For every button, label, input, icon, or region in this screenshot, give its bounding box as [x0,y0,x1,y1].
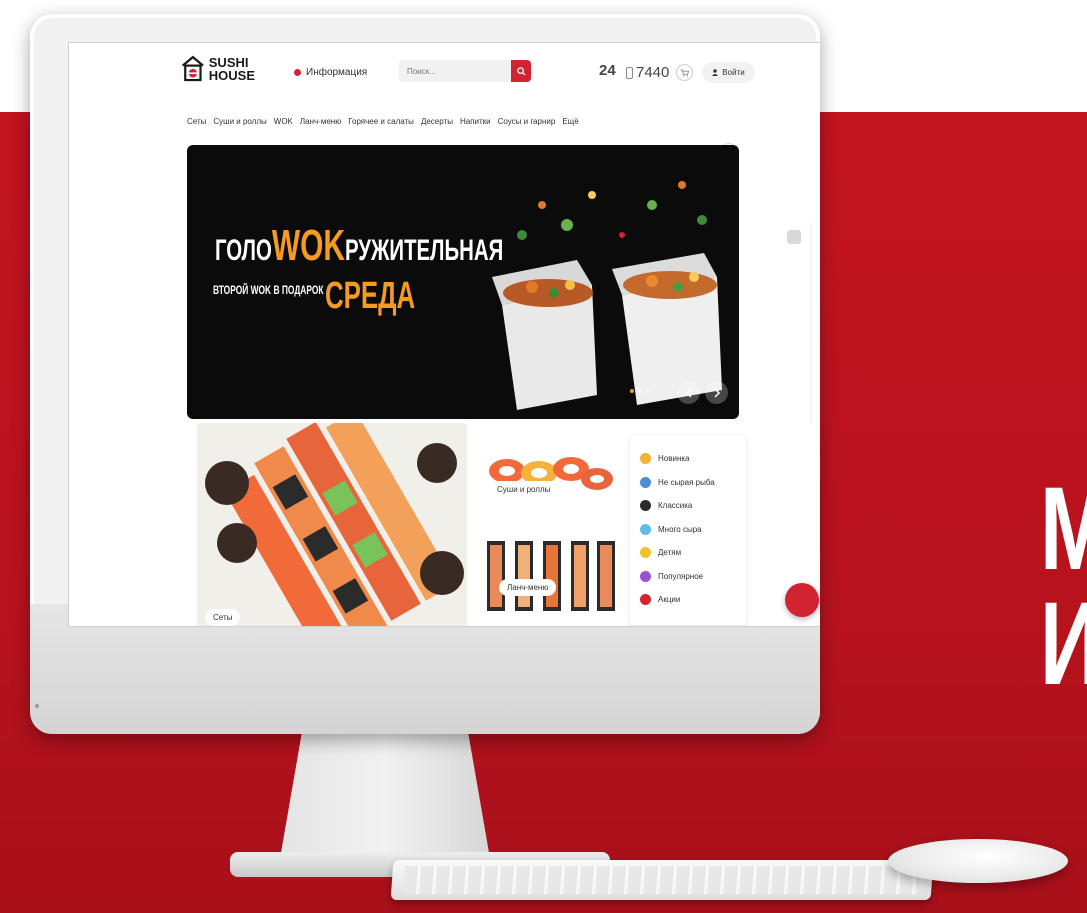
site-header: SUSHI HOUSE Информация 24 7440 [69,43,820,99]
info-icon [294,69,301,76]
filter-label: Много сыра [658,524,702,534]
filter-label: Не сырая рыба [658,477,715,487]
slider-dot[interactable] [638,389,642,393]
filter-classic[interactable]: Классика [640,494,736,518]
phone-number[interactable]: 7440 [626,64,669,81]
search-box [399,60,531,82]
flying-ingredients [517,181,707,240]
power-indicator [35,704,39,708]
nav-item-desserts[interactable]: Десерты [421,117,453,133]
nav-item-wok[interactable]: WOK [274,117,293,133]
mouse [888,839,1068,883]
slider-dots [630,389,650,393]
cheese-icon [640,523,651,535]
banner-title-accent: WOK [271,221,345,270]
filter-cheese[interactable]: Много сыра [640,518,736,542]
banner-title-part1: ГОЛО [215,234,272,267]
nav-item-sets[interactable]: Сеты [187,117,206,133]
hours-badge: 24 [599,62,616,79]
monitor-stand-neck [278,722,492,870]
filter-promo[interactable]: Акции [640,588,736,612]
user-icon [712,69,719,76]
info-link[interactable]: Информация [294,67,367,78]
scroll-button[interactable] [787,230,801,244]
keyboard [390,860,934,900]
nav-item-more[interactable]: Ещё [562,117,578,133]
scrollbar-track[interactable] [810,223,812,423]
promo-banner[interactable]: ГОЛОWOKРУЖИТЕЛЬНАЯ ВТОРОЙ WOK В ПОДАРОК … [187,145,739,419]
login-button[interactable]: Войти [702,62,755,83]
chevron-left-icon [685,387,692,398]
side-heading-line1: М [1040,470,1087,588]
category-label-lunch: Ланч-меню [499,579,557,596]
cart-icon [680,68,689,77]
filter-new[interactable]: Новинка [640,447,736,471]
percent-icon [640,594,651,606]
prev-slide-button[interactable] [677,381,700,404]
filter-list: Новинка Не сырая рыба Классика Много сыр… [630,435,746,625]
chevron-right-icon [713,387,720,398]
logo[interactable]: SUSHI HOUSE [181,49,255,89]
phone-label: 7440 [636,64,670,81]
slider-dot[interactable] [630,389,634,393]
chat-button[interactable] [785,583,819,617]
banner-subtitle: ВТОРОЙ WOK В ПОДАРОК [213,283,324,297]
filter-popular[interactable]: Популярное [640,565,736,589]
filter-label: Новинка [658,454,690,464]
wok-box-right [612,253,722,405]
cart-button[interactable] [676,64,693,81]
nav-item-sushi-rolls[interactable]: Суши и роллы [213,117,266,133]
banner-title-part2: РУЖИТЕЛЬНАЯ [344,234,504,267]
slider-dot[interactable] [646,389,650,393]
info-label: Информация [306,67,368,78]
phone-icon [626,67,633,80]
banner-day: СРЕДА [325,275,416,317]
logo-line2: HOUSE [208,68,255,83]
filter-label: Акции [658,595,681,605]
next-slide-button[interactable] [705,381,728,404]
filter-kids[interactable]: Детям [640,541,736,565]
filter-cooked-fish[interactable]: Не сырая рыба [640,471,736,495]
category-card-sets[interactable]: Сеты [197,423,467,626]
side-heading-line2: И [1040,585,1087,703]
nav-item-hot-salads[interactable]: Горячее и салаты [348,117,414,133]
category-card-lunch[interactable]: Ланч-меню [477,535,621,626]
category-label-sets: Сеты [205,609,241,626]
nav-item-lunch[interactable]: Ланч-меню [300,117,341,133]
banner-title: ГОЛОWOKРУЖИТЕЛЬНАЯ [215,224,504,268]
sushi-platter-image [205,423,464,626]
category-label-rolls: Суши и роллы [489,481,559,498]
monitor: SUSHI HOUSE Информация 24 7440 [30,14,820,734]
logo-text: SUSHI HOUSE [209,56,255,82]
smile-icon [640,547,651,559]
screen: SUSHI HOUSE Информация 24 7440 [68,42,820,627]
wok-boxes-image [492,181,722,410]
fish-icon [640,476,651,488]
heart-icon [640,570,651,582]
search-input[interactable] [399,60,511,82]
login-label: Войти [722,68,745,77]
filter-label: Популярное [658,571,704,581]
house-logo-icon [181,55,204,82]
keyboard-keys [403,866,921,894]
search-icon [516,66,526,76]
search-button[interactable] [511,60,531,82]
category-card-rolls[interactable]: Суши и роллы [477,435,621,527]
filter-label: Детям [658,548,682,558]
crown-icon [640,500,651,512]
nav-item-sauces[interactable]: Соусы и гарнир [498,117,556,133]
nav-item-drinks[interactable]: Напитки [460,117,491,133]
category-nav: Сеты Суши и роллы WOK Ланч-меню Горячее … [187,117,820,133]
new-icon [640,453,651,465]
filter-label: Классика [658,501,693,511]
wok-box-left [492,260,597,410]
